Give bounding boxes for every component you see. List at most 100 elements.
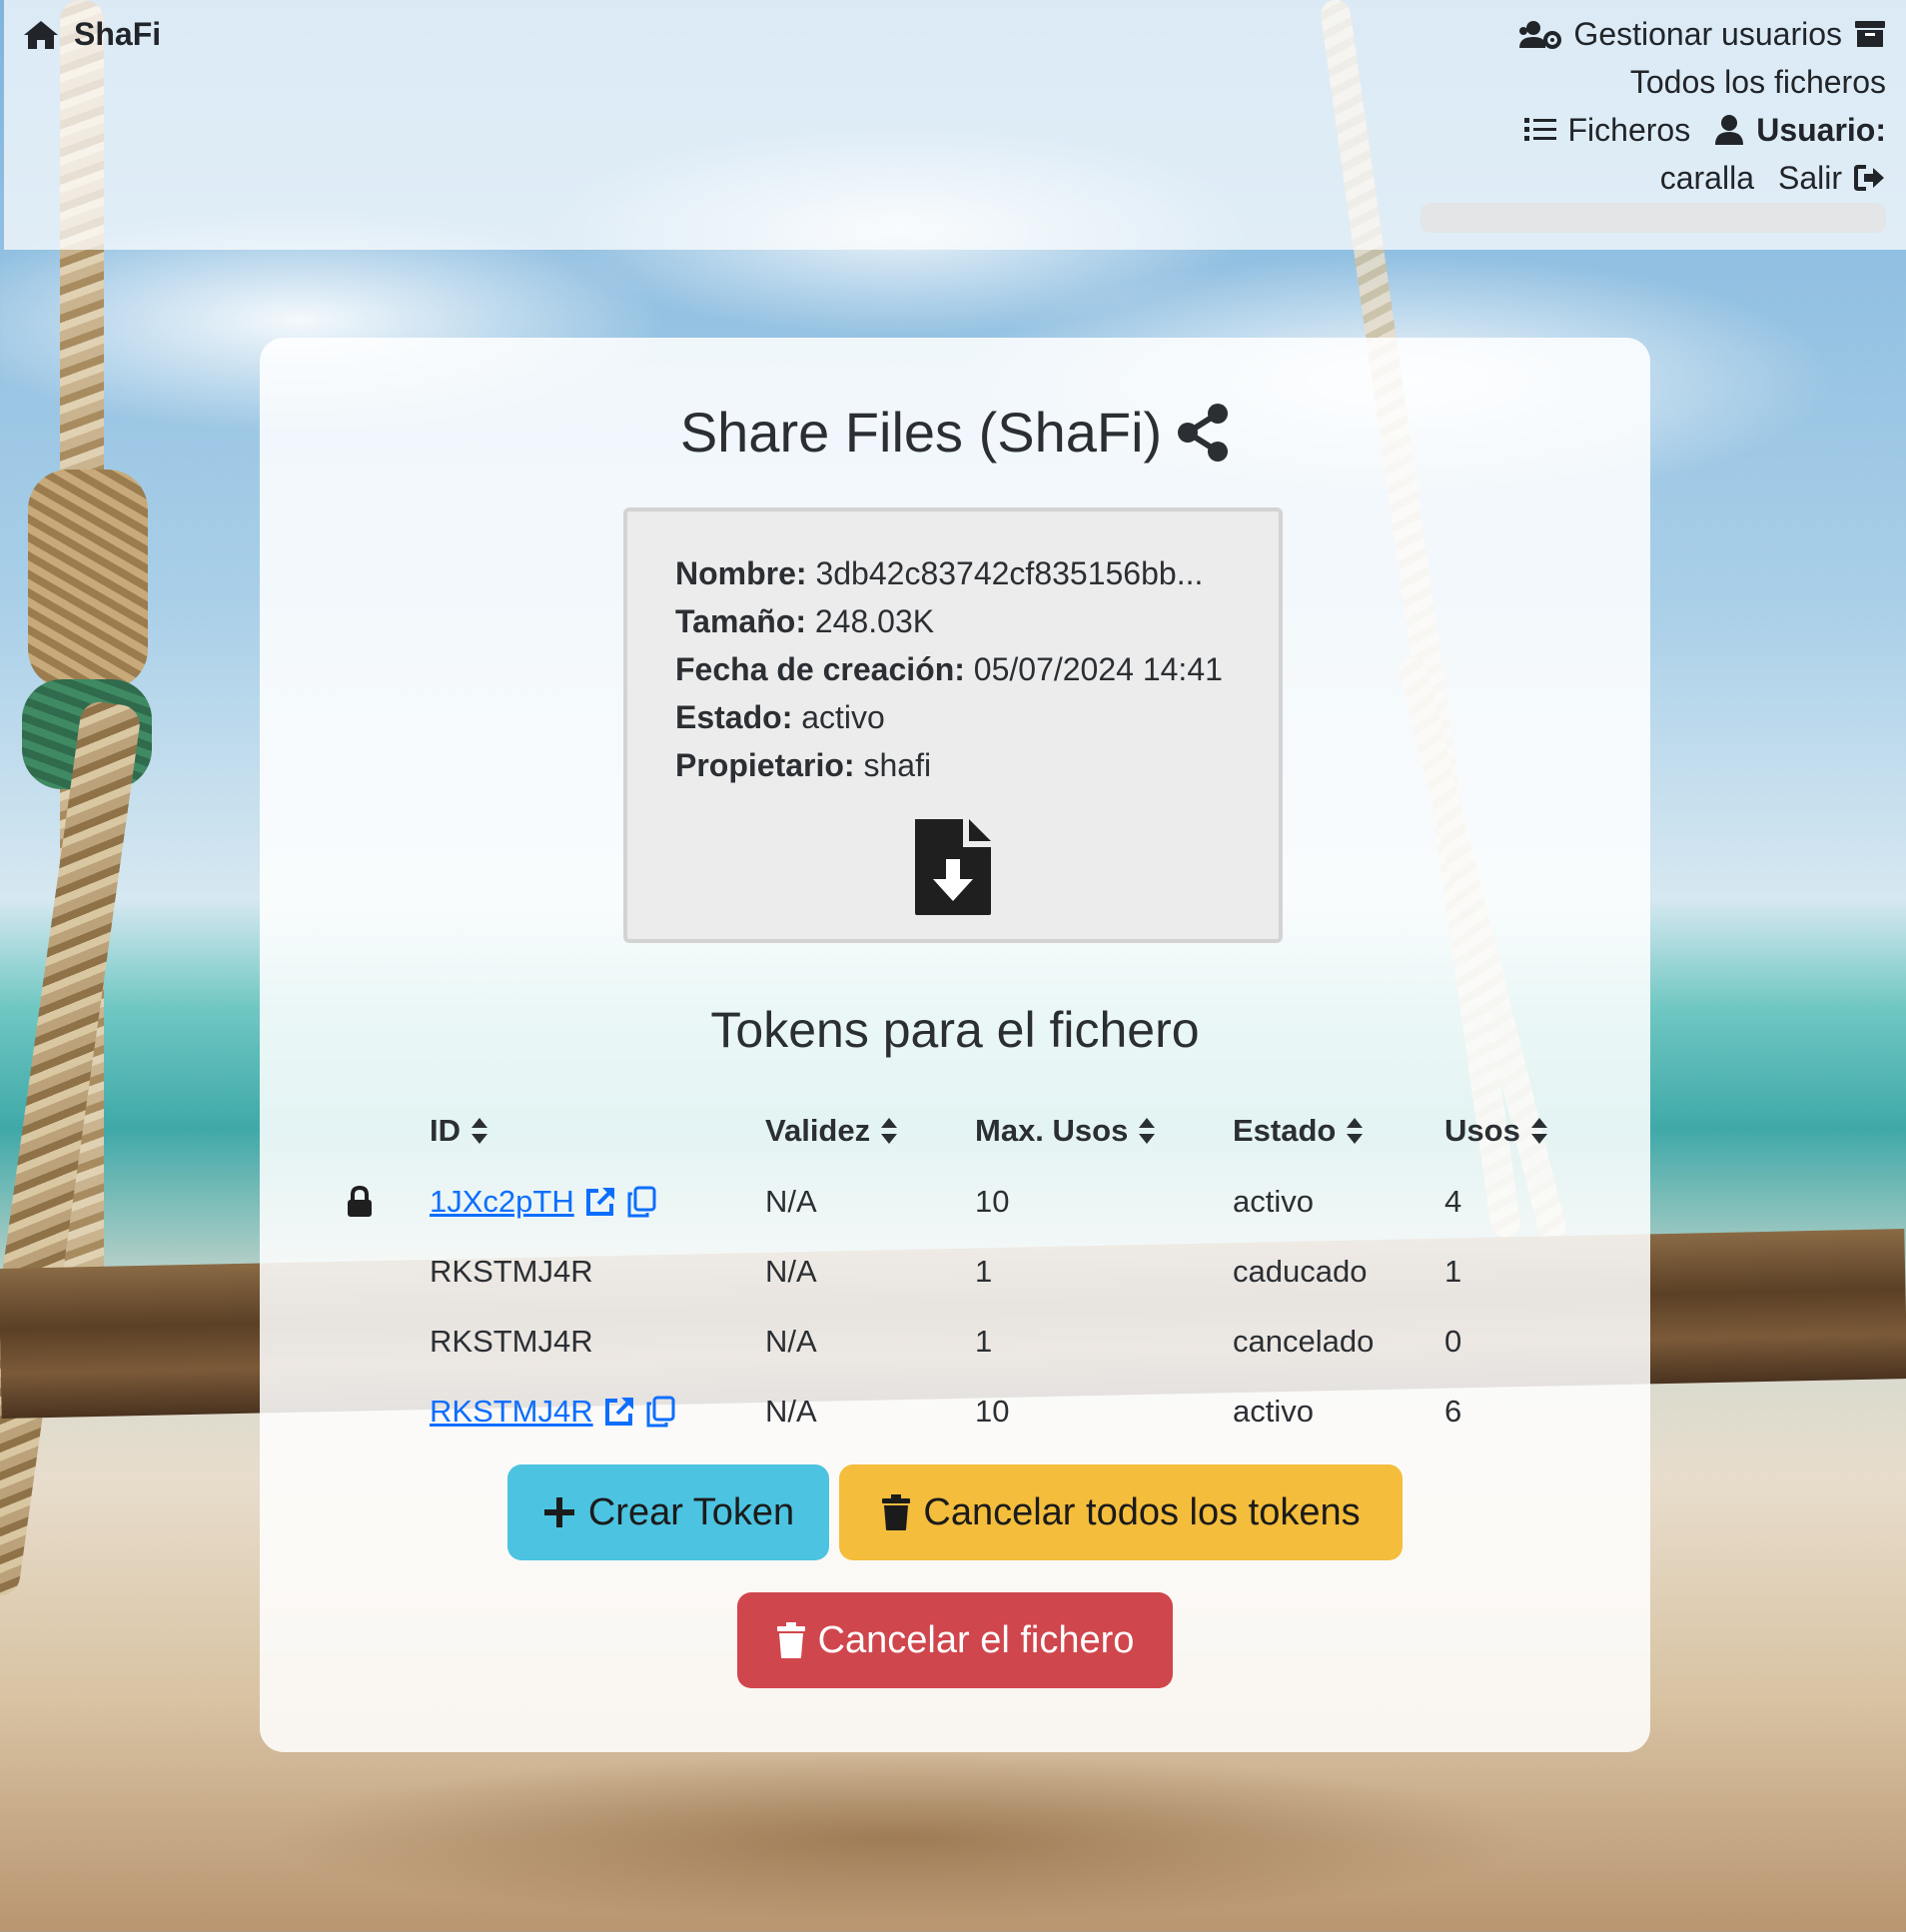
table-row: RKSTMJ4R N/A 1 caducado 1 [330,1237,1578,1307]
table-row: RKSTMJ4R N/A 10 activo 6 [330,1377,1578,1447]
page-title: Share Files (ShaFi) [260,400,1650,465]
external-link-icon[interactable] [584,1186,616,1218]
sort-icon [1139,1118,1156,1144]
col-header-max-uses[interactable]: Max. Usos [975,1095,1156,1167]
file-created: 05/07/2024 14:41 [973,651,1223,687]
col-header-id[interactable]: ID [430,1095,488,1167]
external-link-icon[interactable] [603,1396,635,1428]
col-header-validity-label: Validez [765,1113,871,1148]
files-label: Ficheros [1567,111,1691,148]
users-cog-icon [1519,21,1562,49]
create-token-label: Crear Token [587,1490,795,1533]
file-created-row: Fecha de creación: 05/07/2024 14:41 [675,645,1223,693]
brand-name: ShaFi [74,16,162,52]
manage-users-link[interactable]: Gestionar usuarios [1517,16,1842,53]
col-header-uses[interactable]: Usos [1444,1095,1548,1167]
file-status-label: Estado: [675,699,793,735]
plus-icon [543,1497,574,1527]
user-label: Usuario: [1756,111,1886,148]
page-title-text: Share Files (ShaFi) [679,401,1163,464]
trash-icon [776,1622,805,1658]
validity-cell: N/A [765,1254,817,1289]
user-info: Usuario: [1714,112,1886,149]
token-id-cell: RKSTMJ4R [430,1377,675,1447]
background-rope-knot [28,470,148,689]
file-size-row: Tamaño: 248.03K [675,597,1223,645]
sort-icon [472,1118,487,1144]
file-created-label: Fecha de creación: [675,651,965,687]
col-header-max-uses-label: Max. Usos [975,1113,1129,1148]
table-row: 1JXc2pTH N/A 10 activo 4 [330,1167,1578,1237]
file-name-row: Nombre: 3db42c83742cf835156bb... [675,549,1223,597]
lock-icon [348,1186,372,1217]
validity-cell: N/A [765,1184,817,1219]
cancel-file-label: Cancelar el fichero [817,1618,1135,1661]
files-link[interactable]: Ficheros [1523,111,1691,149]
main-card: Share Files (ShaFi) Nombre: 3db42c83742c… [260,338,1650,1752]
validity-cell: N/A [765,1394,817,1429]
background-rope-left-lower [0,699,143,1598]
nav-menu: Gestionar usuarios Todos los ficheros Fi… [1466,10,1886,202]
file-owner: shafi [863,747,932,783]
max-uses-cell: 1 [975,1254,993,1289]
token-id-cell: RKSTMJ4R [430,1324,593,1359]
validity-cell: N/A [765,1324,817,1359]
cancel-all-tokens-button[interactable]: Cancelar todos los tokens [839,1464,1403,1560]
all-files-link[interactable]: Todos los ficheros [1630,64,1886,101]
max-uses-cell: 10 [975,1394,1010,1429]
logout-link[interactable]: Salir [1778,160,1886,197]
cancel-all-tokens-label: Cancelar todos los tokens [923,1490,1361,1533]
file-owner-label: Propietario: [675,747,855,783]
file-status-row: Estado: activo [675,693,1223,741]
token-id-cell: 1JXc2pTH [430,1167,656,1237]
uses-cell: 6 [1444,1394,1462,1429]
col-header-validity[interactable]: Validez [765,1095,898,1167]
table-header: ID Validez Max. Usos Estado Usos [330,1095,1578,1167]
brand-link[interactable]: ShaFi [22,16,161,53]
file-size: 248.03K [814,603,935,639]
file-name-label: Nombre: [675,555,807,591]
token-id-cell: RKSTMJ4R [430,1254,593,1289]
tokens-table: ID Validez Max. Usos Estado Usos 1JXc2pT… [330,1095,1578,1447]
sort-icon [1347,1118,1364,1144]
status-cell: cancelado [1233,1324,1375,1359]
navbar: ShaFi Gestionar usuarios Todos los fiche… [4,0,1906,250]
table-row: RKSTMJ4R N/A 1 cancelado 0 [330,1307,1578,1377]
col-header-id-label: ID [430,1113,461,1148]
sort-icon [1530,1118,1547,1144]
file-download-icon[interactable] [913,817,993,917]
file-info-box: Nombre: 3db42c83742cf835156bb... Tamaño:… [623,507,1283,943]
progress-track [1421,203,1886,233]
list-icon [1523,118,1556,141]
max-uses-cell: 10 [975,1184,1010,1219]
max-uses-cell: 1 [975,1324,993,1359]
token-id-link[interactable]: RKSTMJ4R [430,1394,593,1430]
sort-icon [881,1118,898,1144]
username: caralla [1659,159,1754,196]
col-header-status[interactable]: Estado [1233,1095,1364,1167]
col-header-uses-label: Usos [1444,1113,1520,1148]
sign-out-icon [1854,165,1884,191]
file-status: activo [801,699,885,735]
logout-label: Salir [1777,159,1842,196]
copy-icon[interactable] [626,1186,656,1218]
user-icon [1715,115,1744,145]
status-cell: caducado [1233,1254,1368,1289]
uses-cell: 1 [1444,1254,1462,1289]
token-id-link[interactable]: 1JXc2pTH [430,1184,574,1220]
cancel-file-button[interactable]: Cancelar el fichero [737,1592,1173,1688]
all-files-label: Todos los ficheros [1629,63,1886,100]
home-icon [24,20,58,49]
status-cell: activo [1233,1394,1314,1429]
file-owner-row: Propietario: shafi [675,741,1223,789]
create-token-button[interactable]: Crear Token [507,1464,829,1560]
lock-cell [330,1167,390,1237]
copy-icon[interactable] [645,1396,675,1428]
uses-cell: 0 [1444,1324,1462,1359]
archive-icon[interactable] [1854,19,1886,49]
file-info: Nombre: 3db42c83742cf835156bb... Tamaño:… [675,549,1223,789]
status-cell: activo [1233,1184,1314,1219]
col-header-status-label: Estado [1233,1113,1337,1148]
uses-cell: 4 [1444,1184,1462,1219]
trash-icon [882,1494,911,1530]
